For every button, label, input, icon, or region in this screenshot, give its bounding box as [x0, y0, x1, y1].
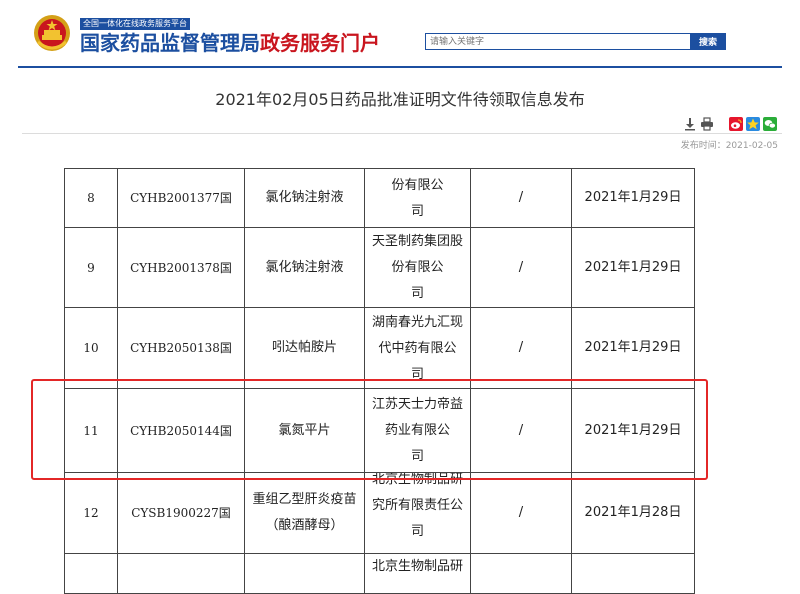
platform-tagline[interactable]: 全国一体化在线政务服务平台 — [80, 18, 190, 30]
table-row: 11 CYHB2050144国 氯氮平片 江苏天士力帝益 药业有限公司 / 202… — [64, 388, 695, 473]
company-line: 天圣制药集团股 — [371, 233, 463, 249]
company-line: 北京生物制品研 — [371, 559, 463, 574]
company-line: 司 — [410, 204, 424, 219]
drug-name: 氯化钠注射液 — [244, 227, 365, 308]
company-line: 究所有限责任公 — [371, 498, 463, 513]
row-number: 11 — [64, 388, 118, 473]
table-row: 9 CYHB2001378国 氯化钠注射液 天圣制药集团股 份有限公司 / 202… — [64, 227, 695, 308]
publish-date: 发布时间：2021-02-05 — [680, 141, 778, 151]
date-cell: 2021年1月29日 — [571, 307, 695, 389]
row-number: 9 — [64, 227, 118, 308]
approval-code: CYHB2001377国 — [117, 168, 245, 228]
date-cell: 2021年1月29日 — [571, 227, 695, 308]
national-emblem-icon — [34, 15, 70, 51]
drug-name-line: （酿酒酵母） — [265, 518, 344, 533]
row-number: 12 — [64, 472, 118, 554]
search-button[interactable]: 搜索 — [690, 33, 726, 50]
download-icon[interactable] — [683, 117, 697, 131]
company-line: 司 — [410, 448, 424, 464]
header-divider — [18, 66, 782, 68]
table-row: 8 CYHB2001377国 氯化钠注射液 份有限公司 / 2021年1月29日 — [64, 168, 695, 228]
wechat-icon[interactable] — [763, 117, 777, 131]
approval-code: CYHB2050138国 — [117, 307, 245, 389]
row-number: 10 — [64, 307, 118, 389]
status-cell: / — [470, 227, 572, 308]
share-toolbar — [683, 116, 780, 132]
company-line: 份有限公 — [391, 259, 444, 275]
drug-name-line: 吲达帕胺片 — [271, 340, 337, 355]
page-title: 2021年02月05日药品批准证明文件待领取信息发布 — [215, 90, 585, 109]
brand-sub: 政务服务门户 — [260, 31, 380, 55]
company-line: 司 — [410, 285, 424, 301]
company-name: 份有限公司 — [364, 168, 471, 228]
approval-code: CYSB1900227国 — [117, 472, 245, 554]
approval-code: CYHB2050144国 — [117, 388, 245, 473]
company-name: 江苏天士力帝益 药业有限公司 — [364, 388, 471, 473]
company-name: 北京生物制品研 究所有限责任公司 — [364, 472, 471, 554]
drug-name: 吲达帕胺片 — [244, 307, 365, 389]
company-line: 江苏天士力帝益 — [371, 396, 463, 412]
weibo-icon[interactable] — [729, 117, 743, 131]
company-line: 药业有限公 — [384, 422, 450, 438]
drug-name-line: 氯化钠注射液 — [265, 259, 344, 275]
status-cell: / — [470, 168, 572, 228]
company-line: 份有限公 — [391, 178, 444, 193]
company-line: 北京生物制品研 — [371, 473, 463, 487]
drug-name: 氯化钠注射液 — [244, 168, 365, 228]
row-number: 8 — [64, 168, 118, 228]
company-line: 司 — [410, 524, 424, 539]
company-name: 湖南春光九汇现 代中药有限公司 — [364, 307, 471, 389]
approval-table: 8 CYHB2001377国 氯化钠注射液 份有限公司 / 2021年1月29日… — [64, 168, 695, 594]
date-cell: 2021年1月29日 — [571, 388, 695, 473]
company-line: 代中药有限公 — [378, 341, 457, 356]
print-icon[interactable] — [700, 117, 714, 131]
drug-name-line: 氯氮平片 — [278, 422, 331, 438]
company-name: 天圣制药集团股 份有限公司 — [364, 227, 471, 308]
meta-divider — [22, 133, 782, 134]
site-brand[interactable]: 国家药品监督管理局政务服务门户 — [80, 30, 380, 56]
status-cell: / — [470, 472, 572, 554]
table-row: 10 CYHB2050138国 吲达帕胺片 湖南春光九汇现 代中药有限公司 / 2… — [64, 307, 695, 389]
status-cell: / — [470, 307, 572, 389]
search-input[interactable] — [425, 33, 697, 50]
qzone-icon[interactable] — [746, 117, 760, 131]
table-row: 12 CYSB1900227国 重组乙型肝炎疫苗 （酿酒酵母） 北京生物制品研 究所… — [64, 472, 695, 554]
site-header: 全国一体化在线政务服务平台 国家药品监督管理局政务服务门户 搜索 — [0, 0, 800, 66]
status-cell: / — [470, 388, 572, 473]
brand-main: 国家药品监督管理局 — [80, 31, 260, 55]
drug-name-line: 重组乙型肝炎疫苗 — [252, 492, 357, 507]
date-cell: 2021年1月28日 — [571, 472, 695, 554]
drug-name-line: 氯化钠注射液 — [265, 190, 344, 205]
drug-name: 氯氮平片 — [244, 388, 365, 473]
approval-code: CYHB2001378国 — [117, 227, 245, 308]
drug-name: 重组乙型肝炎疫苗 （酿酒酵母） — [244, 472, 365, 554]
company-line: 司 — [410, 367, 424, 382]
company-line: 湖南春光九汇现 — [371, 315, 463, 330]
date-cell: 2021年1月29日 — [571, 168, 695, 228]
